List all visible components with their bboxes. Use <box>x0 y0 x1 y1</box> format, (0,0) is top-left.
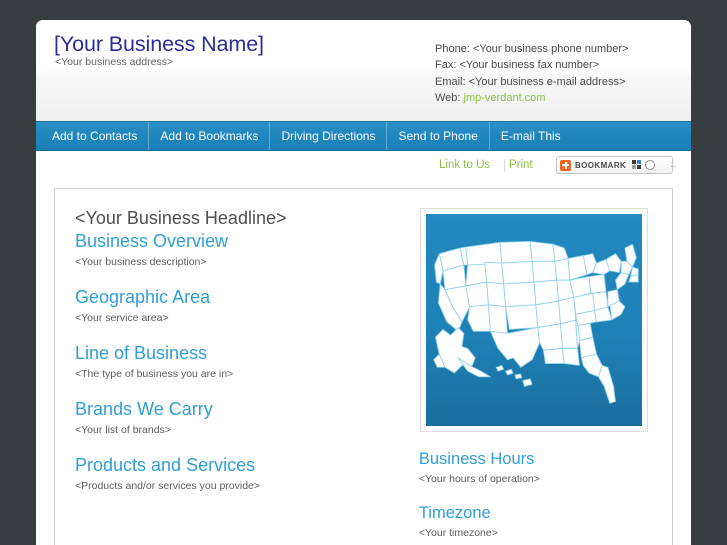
section-heading: Business Hours <box>418 450 535 468</box>
contact-web-row: Web: jmp-verdant.com <box>435 90 628 106</box>
website-link[interactable]: jmp-verdant.com <box>464 92 546 104</box>
section-heading: Brands We Carry <box>75 399 213 419</box>
page-header: [Your Business Name] <Your business addr… <box>36 20 691 121</box>
contact-phone-value: <Your business phone number> <box>472 43 629 55</box>
section-brands-we-carry: Brands We Carry <Your list of brands> <box>75 399 419 436</box>
section-heading: Business Overview <box>75 231 229 251</box>
section-timezone: Timezone <Your timezone> <box>419 504 672 539</box>
section-body: <Your business description> <box>75 256 207 268</box>
left-column: <Your Business Headline> Business Overvi… <box>55 189 419 545</box>
united-states-map <box>425 214 642 426</box>
contact-email-row: Email: <Your business e-mail address> <box>435 74 628 90</box>
section-business-overview: Business Overview <Your business descrip… <box>75 231 419 268</box>
print-link[interactable]: Print <box>509 159 533 171</box>
right-column-sections: Business Hours <Your hours of operation>… <box>419 450 672 539</box>
section-heading: Line of Business <box>75 343 208 363</box>
section-heading: Geographic Area <box>75 287 211 307</box>
contact-email-value: <Your business e-mail address> <box>468 75 626 88</box>
globe-icon[interactable] <box>645 160 656 170</box>
link-to-us-link[interactable]: Link to Us <box>439 159 490 171</box>
section-heading: Products and Services <box>75 455 256 475</box>
section-business-hours: Business Hours <Your hours of operation> <box>419 450 672 485</box>
more-options-icon[interactable]: ... <box>670 161 677 169</box>
addthis-bookmark-widget[interactable]: BOOKMARK ... <box>556 156 677 174</box>
nav-item-add-to-bookmarks[interactable]: Add to Bookmarks <box>149 122 271 150</box>
nav-item-email-this[interactable]: E-mail This <box>490 122 572 150</box>
page-headline: <Your Business Headline> <box>75 208 287 228</box>
contact-phone-row: Phone: <Your business phone number> <box>435 41 628 57</box>
contact-fax-value: <Your business fax number> <box>459 59 600 72</box>
section-body: <The type of business you are in> <box>75 368 234 380</box>
main-content-box: <Your Business Headline> Business Overvi… <box>54 188 673 545</box>
business-name: [Your Business Name] <box>54 32 264 56</box>
nav-item-driving-directions[interactable]: Driving Directions <box>270 122 388 150</box>
share-icons-group <box>632 160 668 170</box>
contact-email-label: Email: <box>435 75 466 88</box>
nav-item-add-to-contacts[interactable]: Add to Contacts <box>36 122 150 150</box>
section-body: <Your list of brands> <box>75 424 171 436</box>
windows-tiles-icon[interactable] <box>632 160 643 170</box>
colored-tiles-icon[interactable] <box>658 160 668 170</box>
section-body: <Your timezone> <box>418 527 498 539</box>
contact-fax-row: Fax: <Your business fax number> <box>435 57 628 73</box>
section-geographic-area: Geographic Area <Your service area> <box>75 287 419 324</box>
map-frame <box>419 208 648 432</box>
contact-fax-label: Fax: <box>435 59 457 72</box>
contact-phone-label: Phone: <box>435 43 470 55</box>
content-columns: <Your Business Headline> Business Overvi… <box>55 189 672 545</box>
right-column: Business Hours <Your hours of operation>… <box>419 189 672 545</box>
primary-navigation: Add to Contacts Add to Bookmarks Driving… <box>36 121 691 151</box>
section-body: <Your service area> <box>75 312 169 324</box>
plus-icon <box>560 159 571 171</box>
utility-row: Link to Us Print BOOKMARK ... <box>36 151 691 182</box>
contact-web-label: Web: <box>435 91 461 104</box>
nav-item-send-to-phone[interactable]: Send to Phone <box>387 122 490 150</box>
bookmark-label: BOOKMARK <box>575 160 627 170</box>
business-listing-page: [Your Business Name] <Your business addr… <box>36 20 691 545</box>
utility-divider <box>504 159 505 172</box>
section-line-of-business: Line of Business <The type of business y… <box>75 343 419 380</box>
section-heading: Timezone <box>418 504 491 522</box>
section-body: <Your hours of operation> <box>418 473 540 485</box>
contact-info-block: Phone: <Your business phone number> Fax:… <box>435 41 628 106</box>
section-body: <Products and/or services you provide> <box>75 480 261 492</box>
business-address: <Your business address> <box>55 56 174 68</box>
section-products-and-services: Products and Services <Products and/or s… <box>75 455 419 492</box>
